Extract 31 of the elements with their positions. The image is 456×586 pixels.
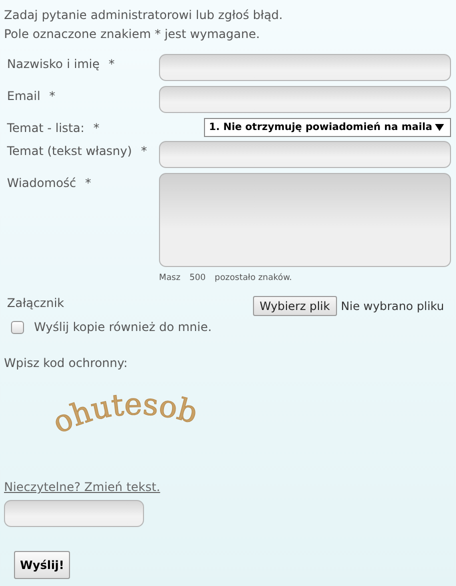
required-mark: * [108, 56, 115, 71]
counter-value: 500 [189, 273, 206, 283]
captcha-image: ohutesob [4, 382, 244, 452]
field-label: Temat (tekst własny) [7, 143, 132, 158]
refresh-captcha-link[interactable]: Nieczytelne? Zmień tekst. [4, 480, 160, 494]
intro-text: Pole oznaczone znakiem * jest wymagane. [4, 26, 261, 43]
field-label: Temat - lista: [7, 120, 84, 135]
required-mark: * [140, 143, 147, 158]
choose-file-button[interactable]: Wybierz plik [252, 296, 337, 316]
input-field[interactable] [159, 141, 451, 168]
caret-icon [435, 124, 444, 131]
captcha-field[interactable] [4, 500, 144, 527]
topic-dropdown[interactable]: 1. Nie otrzymuję powiadomień na maila [204, 118, 451, 137]
intro-text: Zadaj pytanie administratorowi lub zgłoś błąd. [4, 7, 284, 24]
input-field[interactable] [159, 86, 451, 113]
required-mark: * [49, 88, 56, 103]
message-field[interactable] [159, 173, 451, 267]
field-label: Nazwisko i imię [7, 56, 100, 71]
required-mark: * [85, 175, 92, 190]
field-label: Email [7, 88, 40, 103]
field-label: Wiadomość [7, 175, 76, 190]
file-status: Nie wybrano pliku [340, 299, 444, 313]
captcha-prompt: Wpisz kod ochronny: [4, 356, 129, 370]
checkbox-label: Wyślij kopie również do mnie. [34, 320, 212, 334]
input-field[interactable] [159, 54, 451, 81]
counter-text: pozostało znaków. [214, 273, 292, 283]
counter-text: Masz [159, 273, 180, 283]
submit-button[interactable]: Wyślij! [14, 551, 70, 579]
attachment-label: Załącznik [7, 296, 64, 310]
required-mark: * [93, 120, 100, 135]
checkbox[interactable] [11, 320, 24, 334]
